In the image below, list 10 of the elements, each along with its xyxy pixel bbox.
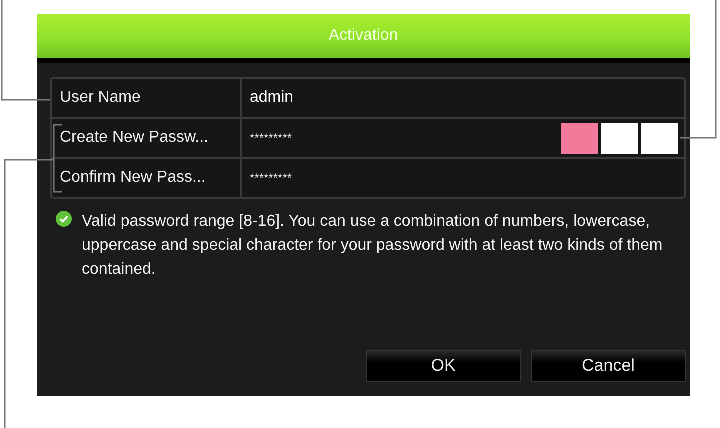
dialog-title: Activation <box>328 27 398 45</box>
field-label: Create New Passw... <box>52 119 242 157</box>
field-label: User Name <box>52 79 242 117</box>
password-field[interactable]: ********* <box>242 159 684 197</box>
field-label: Confirm New Pass... <box>52 159 242 197</box>
password-field[interactable]: ********* <box>242 119 684 157</box>
hint-text: Valid password range [8-16]. You can use a combination of numbers, lowercase, uppercase and special character for your password with at least two kinds of them contained. <box>82 212 664 280</box>
dialog-button[interactable]: Cancel <box>531 350 686 382</box>
input-field[interactable]: admin <box>242 79 684 117</box>
dialog-button[interactable]: OK <box>366 350 521 382</box>
